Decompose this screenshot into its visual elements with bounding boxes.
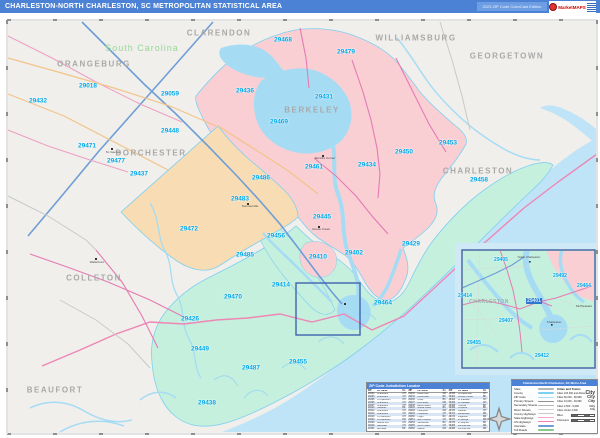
scale-bar-miles — [571, 413, 595, 418]
legend-line-swatch — [538, 388, 555, 391]
zip-code-label: 29492 — [553, 273, 567, 279]
zip-table-row: 29456 Ladson DR — [408, 427, 446, 430]
zip-code-label: 29410 — [308, 253, 328, 261]
county-label: WILLIAMSBURG — [375, 33, 457, 43]
county-label: DORCHESTER — [115, 148, 187, 158]
zip-code-label: 29483 — [230, 195, 250, 203]
zip-code-label: 29405 — [494, 257, 508, 263]
legend: Charleston-North Charleston, SC Metro Ar… — [511, 379, 598, 434]
zip-code-label: 29471 — [77, 142, 97, 150]
zip-code-label: 29485 — [235, 251, 255, 259]
zip-table-group: ZIP ZIP Name Co 29458 McClellanville CH 29461 M… — [448, 390, 488, 431]
state-label: South Carolina — [105, 43, 179, 53]
city-label: Walterboro — [89, 260, 105, 264]
zip-code-label: 29438 — [197, 399, 217, 407]
zip-jurisdiction-table: ZIP Code Jurisdiction Locator ZIP ZIP Nam… — [366, 382, 490, 432]
zip-code-label: 29455 — [467, 340, 481, 346]
legend-feature-row: Toll Roads — [514, 428, 555, 432]
zip-code-label: 29431 — [314, 93, 334, 101]
legend-line-swatch — [538, 429, 555, 431]
scale-km: Kilometers — [557, 418, 595, 423]
zip-code-label: 29477 — [106, 157, 126, 165]
city-label: St. George — [105, 150, 121, 154]
legend-cities: Cities and Towns Cities 100,000 and Abov… — [557, 387, 595, 432]
zip-code-label: 29464 — [373, 299, 393, 307]
zip-code-label: 29437 — [129, 170, 149, 178]
legend-line-swatch — [538, 425, 555, 427]
zip-code-label: 29436 — [235, 87, 255, 95]
legend-line-swatch — [538, 417, 555, 419]
zip-code-label: 29468 — [273, 36, 293, 44]
zip-code-label: 29455 — [288, 358, 308, 366]
county-label: GEORGETOWN — [469, 51, 545, 61]
zip-code-label: 29414 — [458, 293, 472, 299]
zip-code-label: 29458 — [469, 176, 489, 184]
legend-line-swatch — [538, 392, 555, 394]
city-rows: Cities 100,000 and Above City Cities 50,00… — [557, 390, 595, 413]
legend-body: State County ZIP Code Primary Streets Second… — [512, 386, 597, 433]
legend-line-swatch — [538, 409, 555, 410]
zip-code-label: 29407 — [499, 318, 513, 324]
zip-code-label: 29453 — [438, 139, 458, 147]
zip-code-label: 29426 — [180, 315, 200, 323]
zip-code-label: 29456 — [266, 232, 286, 240]
zip-code-label: 29414 — [271, 281, 291, 289]
city-label: Mt Pleasant — [576, 304, 592, 308]
frame-ticks-left — [6, 20, 8, 434]
compass-rose-icon — [486, 406, 512, 432]
city-label: Moncks Corner — [314, 156, 336, 160]
zip-code-label: 29479 — [336, 48, 356, 56]
county-label: CHARLESTON — [442, 166, 514, 176]
city-label: Goose Creek — [312, 227, 330, 231]
zip-code-label: 29464 — [577, 283, 591, 289]
zip-table-group: ZIP ZIP Name Co 29432 Branchville DR 29434 Cord… — [408, 390, 448, 431]
scale-km-label: Kilometers — [557, 418, 569, 422]
zip-code-label: 29445 — [312, 213, 332, 221]
legend-line-swatch — [538, 396, 555, 398]
county-label: CHARLESTON — [469, 299, 509, 305]
zip-code-label: 29059 — [160, 90, 180, 98]
zip-code-label: 29434 — [357, 161, 377, 169]
legend-line-swatch — [538, 413, 555, 415]
zip-code-label: 29469 — [269, 118, 289, 126]
zip-code-label: 29412 — [535, 353, 549, 359]
zip-code-label: 29402 — [344, 249, 364, 257]
city-label: North Charleston — [517, 255, 541, 259]
zip-code-label: 29449 — [190, 345, 210, 353]
zip-code-label: 29429 — [401, 240, 421, 248]
zip-code-label: 29486 — [251, 174, 271, 182]
city-label: Charleston — [546, 320, 562, 324]
frame-ticks-top — [7, 19, 597, 21]
zip-table-body: ZIP ZIP Name Co 29401 Charleston CH 29403 Charl… — [367, 389, 489, 432]
legend-line-swatch — [538, 421, 555, 423]
zip-code-label: 29461 — [304, 163, 324, 171]
legend-line-swatch — [538, 400, 555, 402]
legend-line-swatch — [538, 405, 555, 406]
scale-miles-label: Miles — [557, 413, 563, 417]
zip-code-label: 29472 — [179, 225, 199, 233]
county-label: ORANGEBURG — [57, 59, 131, 69]
zip-code-label: 29018 — [78, 82, 98, 90]
zip-code-label: 29470 — [223, 293, 243, 301]
legend-title: Charleston-North Charleston, SC Metro Ar… — [512, 380, 597, 386]
zip-table-group: ZIP ZIP Name Co 29401 Charleston CH 29403 Charl… — [368, 390, 408, 431]
county-label: BERKELEY — [284, 105, 340, 115]
zip-code-label: 29448 — [160, 127, 180, 135]
frame-ticks-right — [596, 20, 598, 434]
zip-table-row: 29485 Summerville DR — [448, 427, 487, 430]
zip-table-row: 29431 Bonneau BK — [368, 427, 406, 430]
map-document: { "header": { "title": "CHARLESTON-NORTH… — [0, 0, 600, 438]
zip-code-label: 29432 — [28, 97, 48, 105]
county-label: BEAUFORT — [26, 385, 84, 395]
zip-code-label: 29450 — [394, 148, 414, 156]
scale-bar-km — [571, 418, 595, 423]
zip-code-label: 29487 — [241, 364, 261, 372]
legend-features: State County ZIP Code Primary Streets Second… — [514, 387, 555, 432]
county-label: CLARENDON — [186, 28, 252, 38]
city-label: Summerville — [241, 204, 259, 208]
county-label: COLLETON — [66, 273, 122, 283]
zip-code-label: 29401 — [526, 298, 542, 304]
